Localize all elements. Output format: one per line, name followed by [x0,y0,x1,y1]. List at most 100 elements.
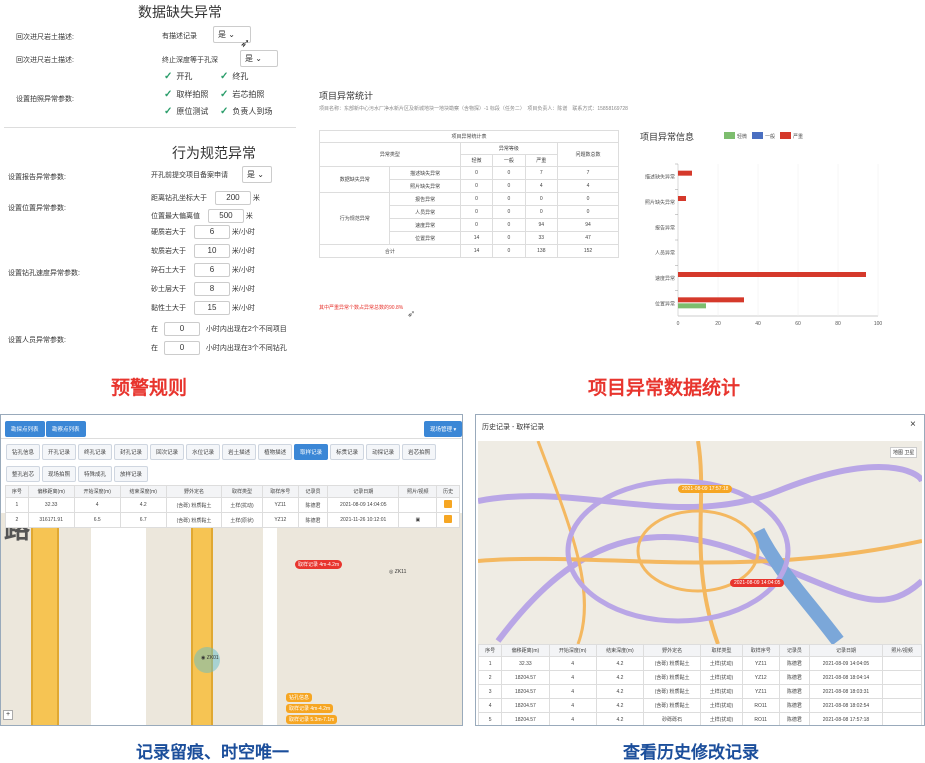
cell: 4 [548,712,597,725]
photo-cell[interactable] [882,712,922,725]
record-tab[interactable]: 水位记录 [186,444,221,460]
report-select[interactable]: 是 ⌄ [242,166,272,183]
data-missing-title: 数据缺失异常 [138,4,222,20]
record-tab[interactable]: 动探记录 [366,444,401,460]
prefix: 在 [151,326,158,333]
cell: 7 [557,166,619,180]
speed-input[interactable]: 6 [193,263,230,277]
divider [4,127,296,128]
history-cell[interactable] [436,497,460,513]
records-header: 勘探点列表 勘察点列表 现场管理 ▾ [1,415,462,439]
check-item[interactable]: ✓ 原位测试 [164,106,208,117]
group-name: 行为规范异常 [318,192,391,245]
photo-cell[interactable]: ▣ [398,512,438,528]
map-popup[interactable]: 取样记录 5.3m-7.1m [286,715,338,724]
borehole-marker[interactable]: ◎ ZK11 [389,569,406,575]
table-row[interactable]: 3 18204.57 4 4.2 (含砾) 粉质黏土 土样(扰动) YZ11 陈德君 2021-… [477,684,922,699]
history-cell[interactable] [436,512,460,528]
borehole-marker[interactable]: ◉ ZK01 [201,655,219,661]
person-input[interactable]: 0 [163,341,200,355]
cell: 0 [557,205,619,219]
person-input[interactable]: 0 [163,322,200,336]
location-text: 距离钻孔坐标大于 [151,195,207,202]
photo-abnormal-label: 设置拍照异常参数: [16,96,74,103]
photo-cell[interactable] [882,698,922,713]
history-icon[interactable] [444,515,453,523]
location-input[interactable]: 500 [207,209,244,223]
record-tab[interactable]: 整孔岩芯 [6,466,41,482]
cell: 位置异常 [389,231,461,245]
speed-row: 碎石土大于 6 米/小时 [151,263,255,277]
location-input[interactable]: 200 [214,191,251,205]
table-row[interactable]: 2 316171.91 6.5 6.7 (含砾) 粉质黏土 土样(原状) YZ12 陈德君 20… [5,512,460,528]
tab-borehole-list[interactable]: 勘探点列表 [5,421,45,437]
cell: 5 [477,712,503,725]
table-row[interactable]: 4 18204.57 4 4.2 (含砾) 粉质黏土 土样(扰动) RO11 陈德君 2021-… [477,698,922,713]
record-tab[interactable]: 岩土描述 [222,444,257,460]
record-tab[interactable]: 开孔记录 [42,444,77,460]
record-tab[interactable]: 取样记录 [294,444,329,460]
site-manage-button[interactable]: 现场管理 ▾ [424,421,462,437]
history-marker[interactable]: 2021-08-09 14:04:05 [730,579,785,587]
image-icon[interactable]: ▣ [415,517,420,523]
table-row[interactable]: 1 32.33 4 4.2 (含砾) 粉质黏土 土样(扰动) YZ11 陈德君 2021-08-… [477,656,922,671]
map-popup[interactable]: 取样记录 4m-4.2m [286,704,334,713]
record-tab[interactable]: 终孔记录 [78,444,113,460]
cell: RO11 [741,698,780,713]
map-popup[interactable]: 钻孔信息 [286,693,313,702]
col-header: 记录日期 [808,644,884,657]
close-icon[interactable]: × [910,419,916,430]
check-item[interactable]: ✓ 负责人到场 [220,106,272,117]
map-area[interactable] [1,510,462,725]
cell: 4 [548,698,597,713]
photo-cell[interactable] [882,684,922,699]
check-item[interactable]: ✓ 开孔 [164,71,192,82]
abnormal-bar-chart: 项目异常信息 轻微 一般 严重 0 20 40 60 80 100 描述缺失异常照片缺失异常报告异常… [640,131,882,327]
record-tab[interactable]: 钻孔信息 [6,444,41,460]
record-tab[interactable]: 标贯记录 [330,444,365,460]
zoom-in-button[interactable]: + [3,710,13,720]
report-text: 开孔前提交项目备案申请 [151,172,228,179]
photo-cell[interactable] [882,656,922,671]
speed-input[interactable]: 6 [193,225,230,239]
cell: 14 [459,231,494,245]
history-marker[interactable]: 2021-08-09 17:57:18 [678,485,733,493]
photo-cell[interactable] [882,670,922,685]
speed-input[interactable]: 8 [193,282,230,296]
check-item[interactable]: ✓ 岩芯拍照 [220,89,264,100]
speed-input[interactable]: 10 [193,244,230,258]
table-row[interactable]: 1 32.33 4 4.2 (含砾) 粉质黏土 土样(扰动) YZ11 陈德君 2021-08-… [5,497,460,513]
col-header: 取样类型 [700,644,743,657]
check-item[interactable]: ✓ 终孔 [220,71,248,82]
cell: 152 [557,244,619,258]
history-icon[interactable] [444,500,453,508]
table-row[interactable]: 2 18204.57 4 4.2 (含砾) 粉质黏土 土样(扰动) YZ12 陈德君 2021-… [477,670,922,685]
record-tab[interactable]: 特殊成孔 [78,466,113,482]
photo-cell[interactable] [398,497,438,513]
rule-select[interactable]: 是 ⌄ [240,50,278,67]
tab-survey-list[interactable]: 勘察点列表 [46,421,86,437]
record-tab[interactable]: 岩芯拍照 [402,444,437,460]
record-tab[interactable]: 植物描述 [258,444,293,460]
check-item[interactable]: ✓ 取样拍照 [164,89,208,100]
check-icon: ✓ [164,89,173,100]
record-tab[interactable]: 回次记录 [150,444,185,460]
record-tab[interactable]: 封孔记录 [114,444,149,460]
x-tick-label: 40 [755,321,761,327]
cell: 4.2 [595,684,645,699]
chevron-down-icon: ⌄ [257,170,264,179]
bar [678,297,744,303]
map-road [91,510,146,725]
speed-input[interactable]: 15 [193,301,230,315]
record-tab[interactable]: 放样记录 [114,466,149,482]
bar [678,196,686,201]
map-type-switch[interactable]: 地图 卫星 [890,447,918,458]
record-tab[interactable]: 现场拍照 [42,466,77,482]
cell: 人员异常 [389,205,461,219]
cell: 4 [548,684,597,699]
sample-marker[interactable]: 取样记录 4m-4.2m [295,560,343,569]
cell: 描述缺失异常 [389,166,461,180]
table-row[interactable]: 5 18204.57 4 4.2 砂砾砾石 土样(扰动) RO11 陈德君 2021-08-08… [477,712,922,725]
cell: 2021-08-09 14:04:05 [808,656,884,671]
history-map[interactable]: 2021-08-09 17:57:18 2021-08-09 14:04:05 … [478,441,922,644]
